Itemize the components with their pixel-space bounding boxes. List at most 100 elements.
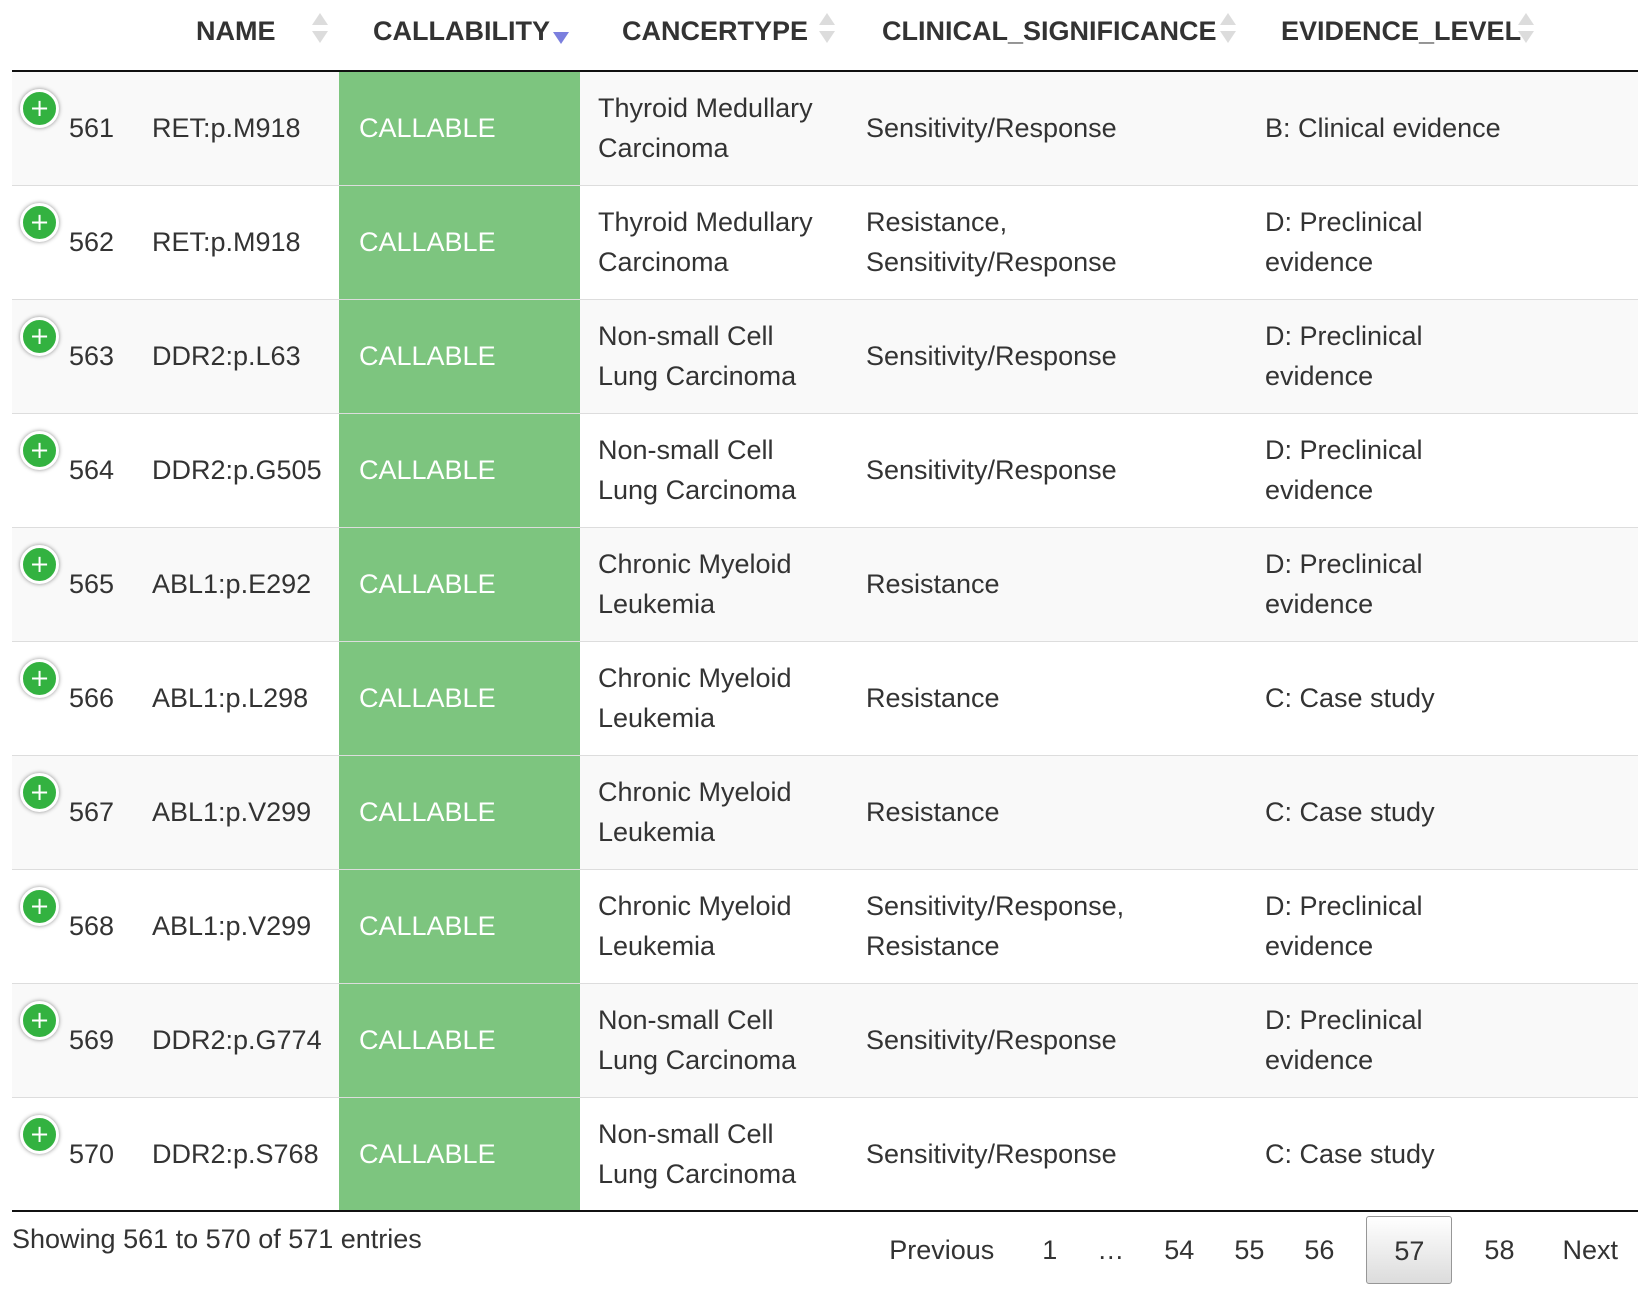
- page-list: 1 … 54 55 56 57 58: [1022, 1216, 1534, 1284]
- expand-row-icon[interactable]: +: [20, 1114, 59, 1154]
- expand-row-icon[interactable]: +: [20, 544, 59, 584]
- row-index-cell: + 566: [12, 641, 152, 756]
- clinical-significance-cell: Sensitivity/Response: [846, 983, 1246, 1098]
- cancertype-line-2: Lung Carcinoma: [598, 475, 797, 505]
- evidence-level-line-1: C: Case study: [1265, 683, 1435, 713]
- table-row: + 569 DDR2:p.G774 CALLABLE Non-small Cel…: [12, 983, 1638, 1098]
- page-button[interactable]: 56: [1284, 1216, 1354, 1284]
- callability-cell: CALLABLE: [339, 755, 580, 870]
- clinical-significance-cell: Sensitivity/Response: [846, 71, 1246, 186]
- sort-both-icon[interactable]: [1518, 13, 1534, 47]
- name-cell: DDR2:p.L63: [152, 299, 339, 414]
- clinical-significance-line-1: Resistance: [866, 569, 1000, 599]
- cancertype-line-2: Leukemia: [598, 931, 716, 961]
- cancertype-line-2: Leukemia: [598, 703, 716, 733]
- clinical-significance-line-1: Resistance: [866, 797, 1000, 827]
- page-button[interactable]: 54: [1144, 1216, 1214, 1284]
- pagination-ellipsis: …: [1097, 1235, 1125, 1265]
- row-index: 562: [69, 227, 115, 257]
- sort-both-icon[interactable]: [312, 13, 328, 47]
- clinical-significance-line-1: Sensitivity/Response: [866, 1025, 1117, 1055]
- expand-row-icon[interactable]: +: [20, 658, 59, 698]
- evidence-level-line-2: evidence: [1265, 931, 1374, 961]
- evidence-level-line-1: D: Preclinical: [1265, 1005, 1423, 1035]
- column-header-evidence-level[interactable]: EVIDENCE_LEVEL: [1246, 0, 1638, 72]
- evidence-level-line-2: evidence: [1265, 247, 1374, 277]
- cancertype-cell: Non-small Cell Lung Carcinoma: [580, 299, 846, 414]
- cancertype-line-2: Lung Carcinoma: [598, 1158, 797, 1189]
- cancertype-line-2: Carcinoma: [598, 247, 729, 277]
- results-table: NAME CALLABILITY CANCERTYPE CLINICAL_SIG…: [12, 0, 1638, 1212]
- evidence-level-cell: D: Preclinical evidence: [1246, 299, 1638, 414]
- row-index: 568: [69, 911, 115, 941]
- evidence-level-cell: C: Case study: [1246, 641, 1638, 756]
- sort-both-icon[interactable]: [1220, 13, 1236, 47]
- expand-row-icon[interactable]: +: [20, 316, 59, 356]
- callability-cell: CALLABLE: [339, 299, 580, 414]
- evidence-level-line-1: D: Preclinical: [1265, 321, 1423, 351]
- column-header-clinical-significance-label: CLINICAL_SIGNIFICANCE: [882, 16, 1217, 46]
- page-button[interactable]: 55: [1214, 1216, 1284, 1284]
- previous-button[interactable]: Previous: [869, 1216, 1014, 1284]
- row-index: 566: [69, 683, 115, 713]
- page-button[interactable]: 58: [1464, 1216, 1534, 1284]
- cancertype-cell: Non-small Cell Lung Carcinoma: [580, 1097, 846, 1212]
- results-table-wrapper: NAME CALLABILITY CANCERTYPE CLINICAL_SIG…: [12, 0, 1638, 1212]
- table-row: + 563 DDR2:p.L63 CALLABLE Non-small Cell…: [12, 299, 1638, 414]
- index-column-header: [12, 0, 152, 72]
- column-header-name[interactable]: NAME: [152, 0, 339, 72]
- expand-row-icon[interactable]: +: [20, 430, 59, 470]
- clinical-significance-line-2: Sensitivity/Response: [866, 247, 1117, 277]
- expand-row-icon[interactable]: +: [20, 1000, 59, 1040]
- table-row: + 566 ABL1:p.L298 CALLABLE Chronic Myelo…: [12, 641, 1638, 756]
- cancertype-cell: Chronic Myeloid Leukemia: [580, 755, 846, 870]
- clinical-significance-cell: Sensitivity/Response: [846, 413, 1246, 528]
- name-cell: DDR2:p.G505: [152, 413, 339, 528]
- page-button-current[interactable]: 57: [1366, 1216, 1453, 1284]
- name-cell: DDR2:p.S768: [152, 1097, 339, 1212]
- table-row: + 567 ABL1:p.V299 CALLABLE Chronic Myelo…: [12, 755, 1638, 870]
- cancertype-line-2: Leukemia: [598, 589, 716, 619]
- next-button[interactable]: Next: [1542, 1216, 1638, 1284]
- callability-cell: CALLABLE: [339, 1097, 580, 1212]
- column-header-clinical-significance[interactable]: CLINICAL_SIGNIFICANCE: [846, 0, 1246, 72]
- cancertype-cell: Chronic Myeloid Leukemia: [580, 869, 846, 984]
- cancertype-line-2: Lung Carcinoma: [598, 361, 797, 391]
- table-info: Showing 561 to 570 of 571 entries: [12, 1224, 422, 1254]
- column-header-cancertype[interactable]: CANCERTYPE: [580, 0, 846, 72]
- column-header-name-label: NAME: [196, 16, 276, 46]
- clinical-significance-cell: Resistance, Sensitivity/Response: [846, 185, 1246, 300]
- cancertype-line-1: Non-small Cell: [598, 1005, 774, 1035]
- expand-row-icon[interactable]: +: [20, 202, 59, 242]
- clinical-significance-cell: Resistance: [846, 641, 1246, 756]
- table-row: + 565 ABL1:p.E292 CALLABLE Chronic Myelo…: [12, 527, 1638, 642]
- cancertype-line-1: Chronic Myeloid: [598, 777, 792, 807]
- table-row: + 564 DDR2:p.G505 CALLABLE Non-small Cel…: [12, 413, 1638, 528]
- evidence-level-cell: B: Clinical evidence: [1246, 71, 1638, 186]
- clinical-significance-cell: Sensitivity/Response, Resistance: [846, 869, 1246, 984]
- cancertype-line-1: Thyroid Medullary: [598, 207, 813, 237]
- sort-both-icon[interactable]: [819, 13, 835, 47]
- cancertype-cell: Non-small Cell Lung Carcinoma: [580, 983, 846, 1098]
- column-header-callability[interactable]: CALLABILITY: [339, 0, 580, 72]
- clinical-significance-line-1: Resistance: [866, 683, 1000, 713]
- name-cell: DDR2:p.G774: [152, 983, 339, 1098]
- sort-descending-icon[interactable]: [553, 32, 569, 44]
- cancertype-line-1: Chronic Myeloid: [598, 549, 792, 579]
- expand-row-icon[interactable]: +: [20, 89, 59, 128]
- name-cell: RET:p.M918: [152, 185, 339, 300]
- clinical-significance-line-2: Resistance: [866, 931, 1000, 961]
- page-button[interactable]: 1: [1022, 1216, 1077, 1284]
- evidence-level-cell: C: Case study: [1246, 1097, 1638, 1212]
- row-index-cell: + 563: [12, 299, 152, 414]
- evidence-level-line-1: D: Preclinical: [1265, 549, 1423, 579]
- row-index: 565: [69, 569, 115, 599]
- evidence-level-line-1: D: Preclinical: [1265, 435, 1423, 465]
- expand-row-icon[interactable]: +: [20, 886, 59, 926]
- evidence-level-line-1: B: Clinical evidence: [1265, 113, 1501, 144]
- row-index-cell: + 561: [12, 71, 152, 186]
- row-index: 563: [69, 341, 115, 371]
- table-body: + 561 RET:p.M918 CALLABLE Thyroid Medull…: [12, 71, 1638, 1212]
- column-header-evidence-level-label: EVIDENCE_LEVEL: [1281, 16, 1522, 46]
- expand-row-icon[interactable]: +: [20, 772, 59, 812]
